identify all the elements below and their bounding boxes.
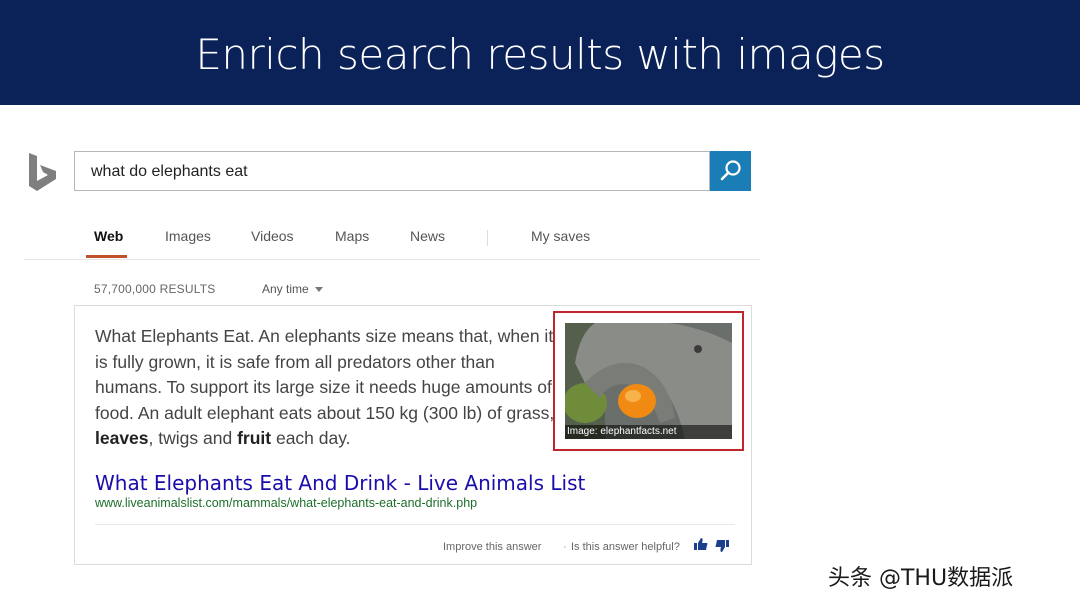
- slide-banner: Enrich search results with images: [0, 0, 1080, 105]
- elephant-photo: [565, 323, 732, 439]
- active-tab-indicator: [86, 255, 127, 258]
- tab-maps[interactable]: Maps: [335, 228, 369, 244]
- image-highlight-frame: Image: elephantfacts.net: [553, 311, 744, 451]
- results-count: 57,700,000 RESULTS: [94, 282, 216, 296]
- answer-text: What Elephants Eat. An elephants size me…: [95, 324, 555, 452]
- thumbs-up-icon[interactable]: [694, 537, 708, 551]
- slide-title: Enrich search results with images: [195, 30, 885, 79]
- answer-card: What Elephants Eat. An elephants size me…: [74, 305, 752, 565]
- tab-news[interactable]: News: [410, 228, 445, 244]
- tab-my-saves[interactable]: My saves: [531, 228, 590, 244]
- card-divider: [95, 524, 735, 525]
- search-box[interactable]: [74, 151, 710, 191]
- answer-text-start: What Elephants Eat. An elephants size me…: [95, 326, 555, 423]
- time-filter-label: Any time: [262, 282, 309, 296]
- answer-bold-leaves: leaves: [95, 428, 149, 448]
- watermark: 头条 @THU数据派: [828, 566, 1014, 591]
- answer-text-end: each day.: [271, 428, 351, 448]
- helpful-prompt: Is this answer helpful?: [571, 541, 680, 553]
- result-title-link[interactable]: What Elephants Eat And Drink - Live Anim…: [95, 471, 585, 495]
- tab-videos[interactable]: Videos: [251, 228, 294, 244]
- search-tabs: Web Images Videos Maps News My saves: [24, 220, 760, 260]
- tab-images[interactable]: Images: [165, 228, 211, 244]
- search-icon: [720, 160, 741, 181]
- search-input[interactable]: [91, 161, 691, 183]
- time-filter-dropdown[interactable]: Any time: [262, 282, 323, 296]
- search-button[interactable]: [710, 151, 751, 191]
- improve-answer-link[interactable]: Improve this answer: [443, 541, 541, 553]
- bing-logo: [29, 153, 56, 191]
- elephant-image[interactable]: Image: elephantfacts.net: [565, 323, 732, 439]
- chevron-down-icon: [314, 287, 323, 293]
- tab-divider: [487, 230, 488, 246]
- answer-bold-fruit: fruit: [237, 428, 272, 448]
- thumbs-down-icon[interactable]: [715, 539, 729, 553]
- result-url: www.liveanimalslist.com/mammals/what-ele…: [95, 496, 478, 510]
- footer-separator: ·: [563, 541, 567, 553]
- tab-web[interactable]: Web: [94, 228, 123, 244]
- image-caption: Image: elephantfacts.net: [565, 425, 732, 439]
- answer-text-mid: , twigs and: [148, 428, 238, 448]
